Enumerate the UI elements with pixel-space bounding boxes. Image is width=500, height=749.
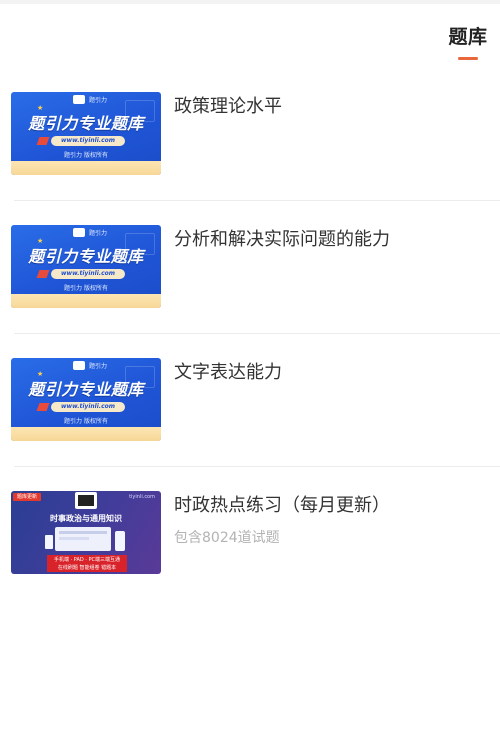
thumb-band <box>11 161 161 175</box>
list-item[interactable]: 题引力 ★ 题引力专业题库 www.tiyinli.com 题引力 版权所有 分… <box>0 201 500 334</box>
thumb-tagline: 题引力 版权所有 <box>64 285 108 292</box>
top-strip <box>0 0 500 4</box>
active-tab-indicator <box>458 57 478 60</box>
thumb-headline: 题引力专业题库 <box>28 247 144 266</box>
thumb-line-2: 在线刷题 智能组卷 错题本 <box>57 565 117 571</box>
logo-icon <box>73 361 85 370</box>
thumb-logo-text: 题引力 <box>89 363 108 370</box>
tablet-icon <box>45 535 53 549</box>
pencil-icon <box>36 137 50 145</box>
pencil-icon <box>36 270 50 278</box>
laptop-icon <box>55 527 111 551</box>
thumb-headline: 题引力专业题库 <box>28 114 144 133</box>
tab-question-bank[interactable]: 题库 <box>446 22 490 60</box>
list-item[interactable]: 题引力 ★ 题引力专业题库 www.tiyinli.com 题引力 版权所有 文… <box>0 334 500 467</box>
item-thumbnail: 题引力 ★ 题引力专业题库 www.tiyinli.com 题引力 版权所有 <box>11 358 161 441</box>
pencil-icon <box>36 403 50 411</box>
thumb-url: www.tiyinli.com <box>51 136 125 146</box>
thumb-site: tiyinli.com <box>129 494 155 500</box>
list-item[interactable]: 题引力 ★ 题引力专业题库 www.tiyinli.com 题引力 版权所有 政… <box>0 68 500 201</box>
thumb-band <box>11 294 161 308</box>
item-thumbnail: 题库更新 tiyinli.com 时事政治与通用知识 手机端 · PAD · P… <box>11 491 161 574</box>
thumb-line-1: 手机端 · PAD · PC端三端互通 <box>53 557 120 563</box>
logo-icon <box>73 228 85 237</box>
phone-icon <box>115 531 125 551</box>
item-question-count: 包含8024道试题 <box>174 530 280 546</box>
tab-label: 题库 <box>448 26 488 48</box>
item-thumbnail: 题引力 ★ 题引力专业题库 www.tiyinli.com 题引力 版权所有 <box>11 92 161 175</box>
question-bank-list: 题引力 ★ 题引力专业题库 www.tiyinli.com 题引力 版权所有 政… <box>0 68 500 600</box>
item-title: 时政热点练习（每月更新） <box>174 495 390 516</box>
thumb-headline: 题引力专业题库 <box>28 380 144 399</box>
thumb-tagline: 题引力 版权所有 <box>64 418 108 425</box>
logo-icon <box>73 95 85 104</box>
thumb-url: www.tiyinli.com <box>51 269 125 279</box>
thumb-logo-text: 题引力 <box>89 230 108 237</box>
thumb-red-box: 手机端 · PAD · PC端三端互通 在线刷题 智能组卷 错题本 <box>47 555 127 572</box>
thumb-heading: 时事政治与通用知识 <box>50 514 122 523</box>
qr-code-icon <box>75 492 97 509</box>
item-title: 分析和解决实际问题的能力 <box>174 229 390 250</box>
item-title: 政策理论水平 <box>174 96 282 117</box>
item-thumbnail: 题引力 ★ 题引力专业题库 www.tiyinli.com 题引力 版权所有 <box>11 225 161 308</box>
thumb-tagline: 题引力 版权所有 <box>64 152 108 159</box>
thumb-logo-text: 题引力 <box>89 97 108 104</box>
item-title: 文字表达能力 <box>174 362 282 383</box>
thumb-url: www.tiyinli.com <box>51 402 125 412</box>
list-item[interactable]: 题库更新 tiyinli.com 时事政治与通用知识 手机端 · PAD · P… <box>0 467 500 600</box>
thumb-band <box>11 427 161 441</box>
thumb-corner-tag: 题库更新 <box>13 493 42 501</box>
